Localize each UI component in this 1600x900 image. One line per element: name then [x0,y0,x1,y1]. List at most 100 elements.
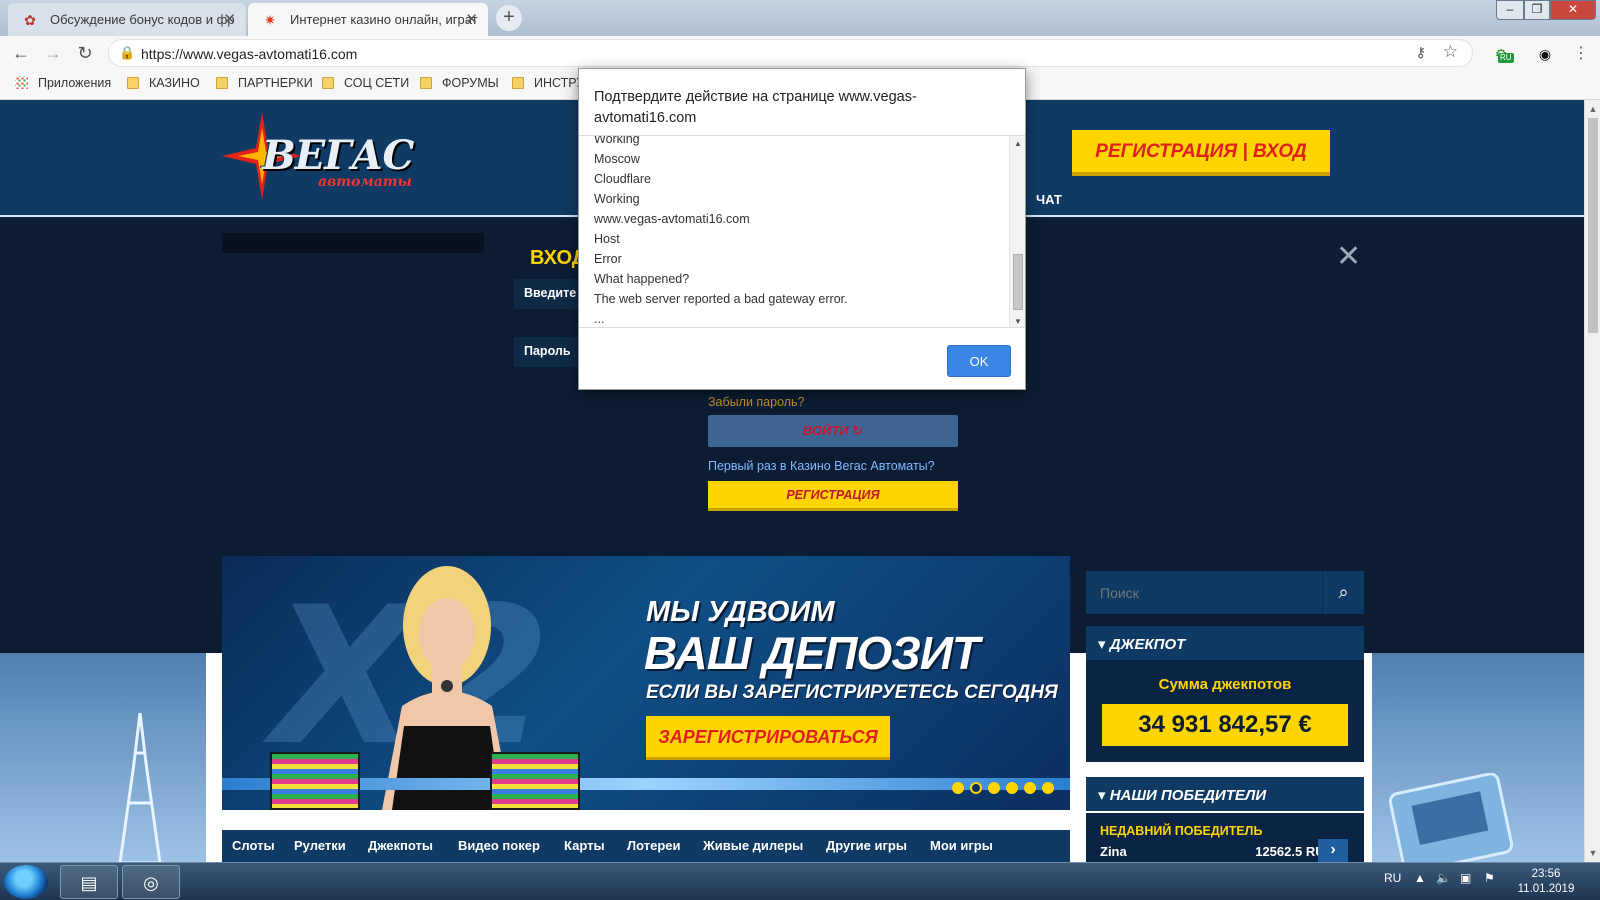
scroll-down-icon[interactable]: ▼ [1585,848,1600,858]
nav-chat-link[interactable]: ЧАТ [1036,192,1062,207]
tab-close-icon[interactable]: ✕ [223,3,236,36]
key-icon[interactable]: ⚷ [1416,44,1426,61]
nav-slots[interactable]: Слоты [232,838,275,853]
scroll-up-icon[interactable]: ▲ [1010,139,1025,148]
lock-icon[interactable]: 🔒 [119,45,135,61]
register-button[interactable]: РЕГИСТРАЦИЯ [708,481,958,511]
banner-dot[interactable] [1042,782,1054,794]
tab-close-icon[interactable]: ✕ [465,3,478,36]
bookmark-folder-instructions[interactable]: ИНСТРУ [512,76,584,90]
nav-jackpots[interactable]: Джекпоты [368,838,433,853]
scrollbar-thumb[interactable] [1588,118,1598,333]
dialog-message[interactable]: Working Moscow Cloudflare Working www.ve… [579,135,1025,328]
message-line: Error [594,252,622,266]
site-logo[interactable]: ВЕГАС автоматы [222,112,414,202]
loading-placeholder [222,233,484,253]
panda-extension-icon[interactable]: ◉ [1534,43,1556,65]
back-icon[interactable]: ← [10,42,32,64]
message-line: The web server reported a bad gateway er… [594,292,848,306]
bookmark-folder-forums[interactable]: ФОРУМЫ [420,76,499,90]
bookmark-star-icon[interactable]: ☆ [1443,42,1458,62]
clock-time: 23:56 [1531,868,1561,880]
address-bar[interactable]: 🔒 https://www.vegas-avtomati16.com ⚷ ☆ [108,39,1473,67]
jackpot-heading[interactable]: ▾ ДЖЕКПОТ [1086,626,1364,660]
scroll-down-icon[interactable]: ▼ [1010,317,1025,326]
reload-icon[interactable]: ↻ [74,42,96,64]
banner-dot-active[interactable] [970,782,982,794]
folder-icon [216,77,228,89]
window-minimize-button[interactable]: ‒ [1496,0,1524,20]
refresh-icon: ↻ [852,423,864,438]
chevron-right-icon[interactable]: › [1318,839,1348,863]
scroll-up-icon[interactable]: ▲ [1585,104,1600,114]
url-text[interactable]: https://www.vegas-avtomati16.com [141,46,357,62]
first-time-link[interactable]: Первый раз в Казино Вегас Автоматы? [708,459,935,473]
login-button[interactable]: ВОЙТИ ↻ [708,415,958,447]
folder-icon [322,77,334,89]
register-login-button[interactable]: РЕГИСТРАЦИЯ | ВХОД [1072,130,1330,176]
dialog-scrollbar-thumb[interactable] [1013,254,1023,310]
bookmark-apps[interactable]: Приложения [15,76,111,90]
nav-lotteries[interactable]: Лотереи [627,838,681,853]
extension-ru-icon[interactable]: ⚙RU [1490,43,1514,65]
eiffel-tower-decoration [118,713,162,862]
forgot-password-link[interactable]: Забыли пароль? [708,395,805,409]
dialog-scrollbar[interactable]: ▲ ▼ [1009,136,1025,327]
tab-title: Интернет казино онлайн, играт [290,12,478,27]
recent-winner-label: НЕДАВНИЙ ПОБЕДИТЕЛЬ [1100,824,1263,838]
page-scrollbar[interactable]: ▲ ▼ [1584,100,1600,862]
nav-video-poker[interactable]: Видео покер [458,838,540,853]
network-icon[interactable]: ▣ [1460,871,1471,885]
nav-live-dealers[interactable]: Живые дилеры [703,838,803,853]
search-input[interactable] [1086,571,1322,614]
close-icon[interactable]: ✕ [1336,239,1361,274]
banner-register-button[interactable]: ЗАРЕГИСТРИРОВАТЬСЯ [646,716,890,760]
language-indicator[interactable]: RU [1384,871,1401,885]
banner-dot[interactable] [1024,782,1036,794]
tab-casino[interactable]: ✷ Интернет казино онлайн, играт ✕ [248,3,488,36]
search-icon[interactable]: ⌕ [1322,571,1364,614]
banner-dot[interactable] [988,782,1000,794]
message-line: ... [594,312,605,326]
volume-icon[interactable]: 🔈 [1436,871,1451,885]
promo-banner[interactable]: X2 МЫ УДВОИМ ВАШ ДЕПОЗИТ ЕСЛИ ВЫ ЗАРЕГИС… [222,556,1070,810]
password-label: Пароль [514,337,586,367]
banner-dot[interactable] [952,782,964,794]
nav-cards[interactable]: Карты [564,838,605,853]
jackpot-label: Сумма джекпотов [1158,676,1292,693]
windows-taskbar: ▤ ◎ RU ▲ 🔈 ▣ ⚑ 23:56 11.01.2019 [0,862,1600,900]
message-line: Host [594,232,620,246]
window-close-button[interactable]: ✕ [1550,0,1596,20]
folder-icon [127,77,139,89]
tab-bonus-codes[interactable]: ✿ Обсуждение бонус кодов и фр ✕ [8,3,246,36]
slot-machine-decoration [1388,773,1514,862]
bookmark-folder-partners[interactable]: ПАРТНЕРКИ [216,76,313,90]
chrome-taskbar-icon[interactable]: ◎ [122,865,180,899]
logo-sub-text: автоматы [318,174,412,190]
message-line: www.vegas-avtomati16.com [594,212,750,226]
tray-expand-icon[interactable]: ▲ [1414,871,1426,885]
message-line: Working [594,192,640,206]
ok-button[interactable]: OK [947,345,1011,377]
winners-heading[interactable]: ▾ НАШИ ПОБЕДИТЕЛИ [1086,777,1364,811]
banner-dot[interactable] [1006,782,1018,794]
nav-roulette[interactable]: Рулетки [294,838,346,853]
nav-other-games[interactable]: Другие игры [826,838,907,853]
forward-icon[interactable]: → [42,42,64,64]
action-center-flag-icon[interactable]: ⚑ [1484,871,1495,885]
system-clock[interactable]: 23:56 11.01.2019 [1512,867,1580,897]
clock-date: 11.01.2019 [1517,883,1575,895]
banner-line2: ВАШ ДЕПОЗИТ [644,627,980,679]
browser-menu-icon[interactable]: ⋮ [1570,43,1592,65]
casino-chips-image [490,752,580,810]
bookmark-folder-casino[interactable]: КАЗИНО [127,76,200,90]
window-maximize-button[interactable]: ❐ [1524,0,1550,20]
new-tab-button[interactable]: + [496,5,522,31]
bookmark-folder-social[interactable]: СОЦ СЕТИ [322,76,409,90]
nav-my-games[interactable]: Мои игры [930,838,993,853]
username-label: Введите [514,279,586,309]
folder-icon [512,77,524,89]
taskbar-app-icon[interactable]: ▤ [60,865,118,899]
jackpot-panel: Сумма джекпотов 34 931 842,57 € [1086,660,1364,762]
start-button-icon[interactable] [4,865,48,899]
